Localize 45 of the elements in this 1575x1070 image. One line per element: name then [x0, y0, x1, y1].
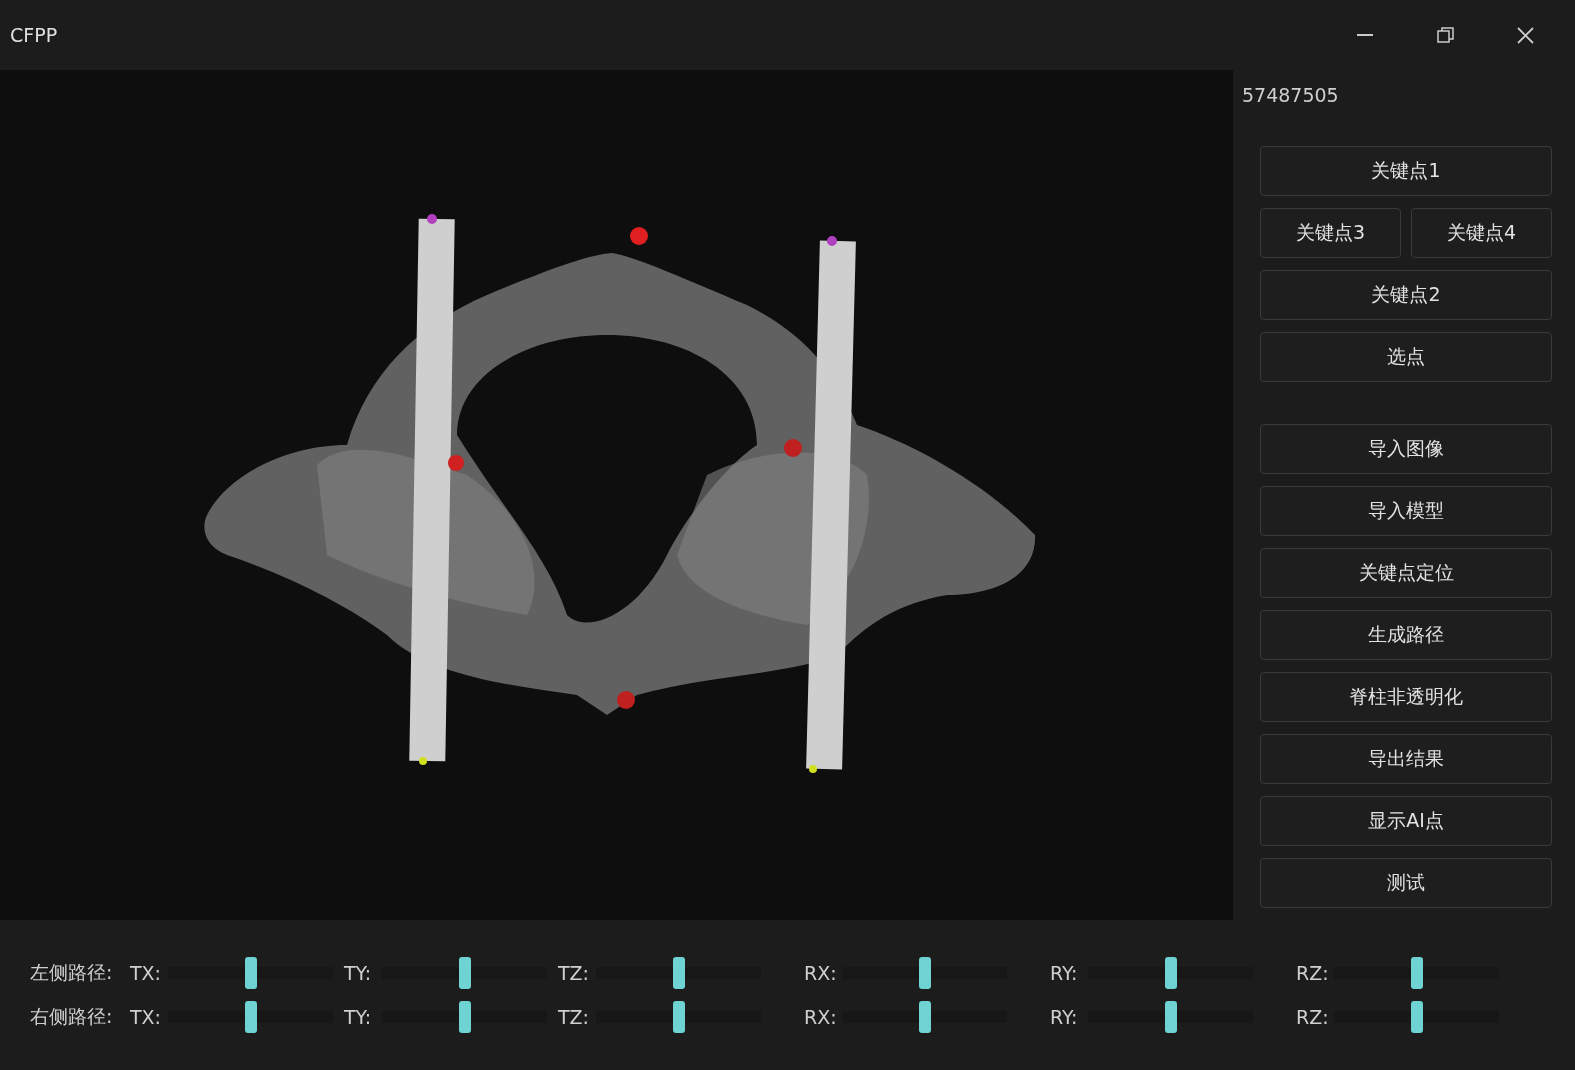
axis-label: TZ: [558, 962, 591, 984]
slider-thumb[interactable] [458, 957, 471, 989]
action-button[interactable]: 显示AI点 [1260, 796, 1552, 846]
slider-thumb[interactable] [1164, 957, 1177, 989]
action-button[interactable]: 导入图像 [1260, 424, 1552, 474]
action-button[interactable]: 导出结果 [1260, 734, 1552, 784]
slider-thumb[interactable] [1410, 1001, 1423, 1033]
close-icon [1516, 26, 1534, 44]
axis-label: RY: [1050, 962, 1079, 984]
window-title: CFPP [10, 24, 59, 46]
path-label: 左侧路径: [30, 960, 114, 985]
axis-label: RY: [1050, 1006, 1079, 1028]
action-button[interactable]: 脊柱非透明化 [1260, 672, 1552, 722]
keypoint-button[interactable]: 关键点2 [1260, 270, 1552, 320]
axis-label: TY: [344, 1006, 373, 1028]
3d-viewport[interactable] [0, 70, 1233, 920]
keypoint-button[interactable]: 关键点1 [1260, 146, 1552, 196]
slider-thumb[interactable] [918, 957, 931, 989]
slider-thumb[interactable] [672, 1001, 685, 1033]
keypoint-button[interactable]: 关键点4 [1411, 208, 1552, 258]
slider-thumb[interactable] [1164, 1001, 1177, 1033]
axis-label: RX: [804, 1006, 838, 1028]
action-button[interactable]: 生成路径 [1260, 610, 1552, 660]
axis-label: TX: [130, 962, 163, 984]
keypoint-button[interactable]: 选点 [1260, 332, 1552, 382]
slider-thumb[interactable] [672, 957, 685, 989]
path-label: 右侧路径: [30, 1004, 114, 1029]
axis-label: RZ: [1296, 962, 1330, 984]
slider-thumb[interactable] [918, 1001, 931, 1033]
action-button[interactable]: 测试 [1260, 858, 1552, 908]
slider-thumb[interactable] [244, 957, 257, 989]
action-button[interactable]: 关键点定位 [1260, 548, 1552, 598]
axis-label: TY: [344, 962, 373, 984]
axis-label: RZ: [1296, 1006, 1330, 1028]
axis-label: TZ: [558, 1006, 591, 1028]
action-button[interactable]: 导入模型 [1260, 486, 1552, 536]
axis-label: TX: [130, 1006, 163, 1028]
minimize-icon [1357, 34, 1373, 36]
axis-label: RX: [804, 962, 838, 984]
keypoint-button[interactable]: 关键点3 [1260, 208, 1401, 258]
slider-thumb[interactable] [458, 1001, 471, 1033]
slider-thumb[interactable] [244, 1001, 257, 1033]
case-id: 57487505 [1242, 84, 1339, 106]
restore-icon [1436, 26, 1454, 44]
slider-thumb[interactable] [1410, 957, 1423, 989]
